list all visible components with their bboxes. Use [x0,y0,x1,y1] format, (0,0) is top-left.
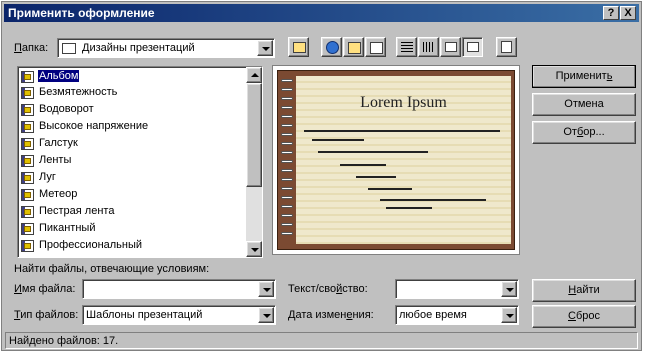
chevron-down-icon [506,314,514,318]
slide-paper: Lorem Ipsum [296,76,511,244]
folder-dropdown-button[interactable] [257,40,273,56]
design-template-icon [21,138,34,150]
list-item[interactable]: Луг [20,170,246,186]
text-property-dropdown-button[interactable] [501,281,517,297]
list-item[interactable]: Галстук [20,136,246,152]
scroll-thumb[interactable] [246,83,262,187]
sample-text-line [304,130,500,132]
favorites-icon [348,42,361,54]
chevron-down-icon [262,47,270,51]
list-view-button[interactable] [396,37,417,57]
chevron-up-icon [251,73,259,77]
list-item[interactable]: Пикантный [20,221,246,237]
commands-icon [501,41,512,53]
properties-view-icon [445,42,457,52]
design-template-icon [21,206,34,218]
help-button[interactable]: ? [603,6,619,20]
add-favorite-icon [370,42,383,54]
close-button[interactable]: X [620,6,636,20]
filetype-combo[interactable]: Шаблоны презентаций [82,305,276,325]
list-item[interactable]: Безмятежность [20,85,246,101]
list-item[interactable]: Пестрая лента [20,204,246,220]
list-item[interactable]: Ленты [20,153,246,169]
folder-value: Дизайны презентаций [82,42,195,54]
design-template-icon [21,71,34,83]
folder-label: Папка: [14,42,49,54]
sample-text-line [340,164,386,166]
status-bar: Найдено файлов: 17. [5,332,638,349]
date-modified-dropdown-button[interactable] [501,307,517,323]
sample-text-line [368,188,412,190]
filename-label: Имя файла: [14,283,76,295]
scroll-down-button[interactable] [246,241,262,257]
window-title: Применить оформление [8,6,155,20]
look-in-favorites-button[interactable] [343,37,364,57]
up-one-level-button[interactable] [288,37,309,57]
folder-icon [62,43,76,54]
title-bar: Применить оформление ? X [4,4,639,22]
chevron-down-icon [263,314,271,318]
status-text: Найдено файлов: 17. [9,335,119,347]
sample-text-line [318,151,428,153]
filter-button[interactable]: Отбор... [532,121,636,144]
scroll-up-button[interactable] [246,67,262,83]
search-heading: Найти файлы, отвечающие условиям: [14,263,210,275]
filename-combo[interactable] [82,279,276,299]
chevron-down-icon [506,288,514,292]
design-template-icon [21,87,34,99]
text-property-label: Текст/свойство: [288,283,368,295]
list-item[interactable]: Альбом [20,69,246,85]
design-preview: Lorem Ipsum [272,65,520,255]
cancel-button[interactable]: Отмена [532,93,636,116]
design-template-icon [21,121,34,133]
filetype-dropdown-button[interactable] [258,307,274,323]
list-item[interactable]: Высокое напряжение [20,119,246,135]
reset-button[interactable]: Сброс [532,305,636,328]
folder-combo[interactable]: Дизайны презентаций [57,38,275,58]
list-item[interactable]: Профессиональный [20,238,246,254]
vertical-scrollbar[interactable] [246,67,262,257]
commands-settings-button[interactable] [496,37,517,57]
find-button[interactable]: Найти [532,279,636,302]
preview-view-button[interactable] [462,37,483,57]
date-modified-combo[interactable]: любое время [395,305,519,325]
sample-text-line [356,176,396,178]
chevron-down-icon [263,288,271,292]
preview-view-icon [467,42,479,52]
sample-text-line [380,199,486,201]
list-item[interactable]: Метеор [20,187,246,203]
sample-text-line [312,139,364,141]
date-modified-value: любое время [399,309,467,321]
apply-design-dialog: Применить оформление ? X Папка: Дизайны … [1,1,642,351]
filename-dropdown-button[interactable] [258,281,274,297]
sample-text-line [386,207,432,209]
chevron-down-icon [251,248,259,252]
list-view-icon [401,42,413,52]
design-template-icon [21,240,34,252]
design-template-icon [21,172,34,184]
globe-icon [326,41,339,54]
filetype-label: Тип файлов: [14,309,79,321]
filetype-value: Шаблоны презентаций [86,309,203,321]
design-template-icon [21,189,34,201]
search-web-button[interactable] [321,37,342,57]
details-view-button[interactable] [418,37,439,57]
preview-slide-title: Lorem Ipsum [360,94,447,111]
details-view-icon [423,42,435,52]
design-template-icon [21,104,34,116]
list-item[interactable]: Водоворот [20,102,246,118]
folder-up-icon [293,42,306,53]
preview-slide: Lorem Ipsum [277,70,515,250]
properties-view-button[interactable] [440,37,461,57]
apply-button[interactable]: Применить [532,65,636,88]
design-file-list[interactable]: Альбом Безмятежность Водоворот Высокое н… [17,66,263,258]
date-modified-label: Дата изменения: [288,309,374,321]
text-property-combo[interactable] [395,279,519,299]
spiral-binding [281,79,295,239]
design-template-icon [21,155,34,167]
add-to-favorites-button[interactable] [365,37,386,57]
design-template-icon [21,223,34,235]
